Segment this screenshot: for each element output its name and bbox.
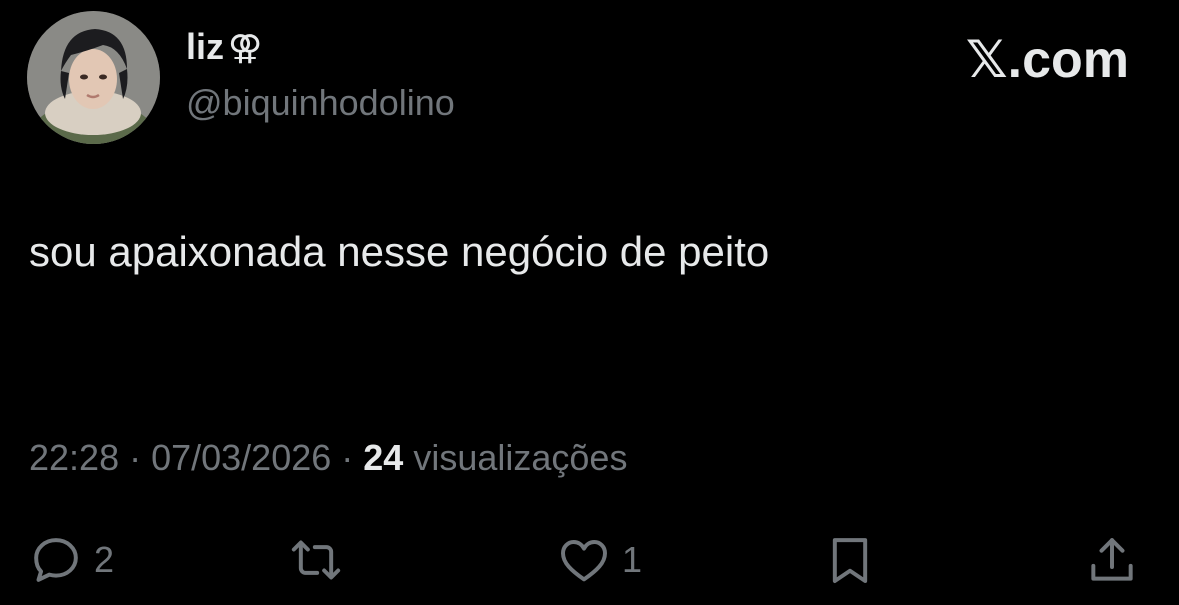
reply-button[interactable]: 2 bbox=[28, 528, 114, 592]
heart-icon bbox=[561, 540, 607, 582]
retweet-icon bbox=[291, 540, 341, 580]
tweet-time[interactable]: 22:28 bbox=[29, 437, 119, 478]
user-handle[interactable]: @biquinhodolino bbox=[186, 80, 455, 126]
tweet-date[interactable]: 07/03/2026 bbox=[151, 437, 331, 478]
action-bar: 2 1 bbox=[0, 528, 1179, 592]
display-name-text: liz bbox=[186, 26, 225, 67]
reply-count: 2 bbox=[94, 539, 115, 580]
like-button[interactable]: 1 bbox=[556, 528, 642, 592]
share-icon bbox=[1091, 538, 1133, 581]
like-count: 1 bbox=[622, 539, 643, 580]
views-count[interactable]: 24 bbox=[363, 437, 403, 478]
bookmark-icon bbox=[832, 538, 868, 583]
share-button[interactable] bbox=[1084, 528, 1140, 592]
bookmark-button[interactable] bbox=[822, 528, 878, 592]
tweet-meta: 22:28 · 07/03/2026 · 24 visualizações bbox=[29, 433, 627, 483]
views-label[interactable]: visualizações bbox=[413, 437, 627, 478]
retweet-button[interactable] bbox=[288, 528, 344, 592]
reply-icon bbox=[34, 538, 78, 582]
display-name[interactable]: liz ⚢ bbox=[186, 24, 262, 71]
avatar-image bbox=[27, 11, 160, 144]
brand-logo: 𝕏.com bbox=[965, 31, 1129, 89]
meta-separator: · bbox=[119, 437, 152, 478]
name-symbol: ⚢ bbox=[228, 29, 263, 67]
meta-separator: · bbox=[331, 437, 364, 478]
avatar[interactable] bbox=[27, 11, 160, 144]
tweet-text: sou apaixonada nesse negócio de peito bbox=[29, 228, 770, 275]
